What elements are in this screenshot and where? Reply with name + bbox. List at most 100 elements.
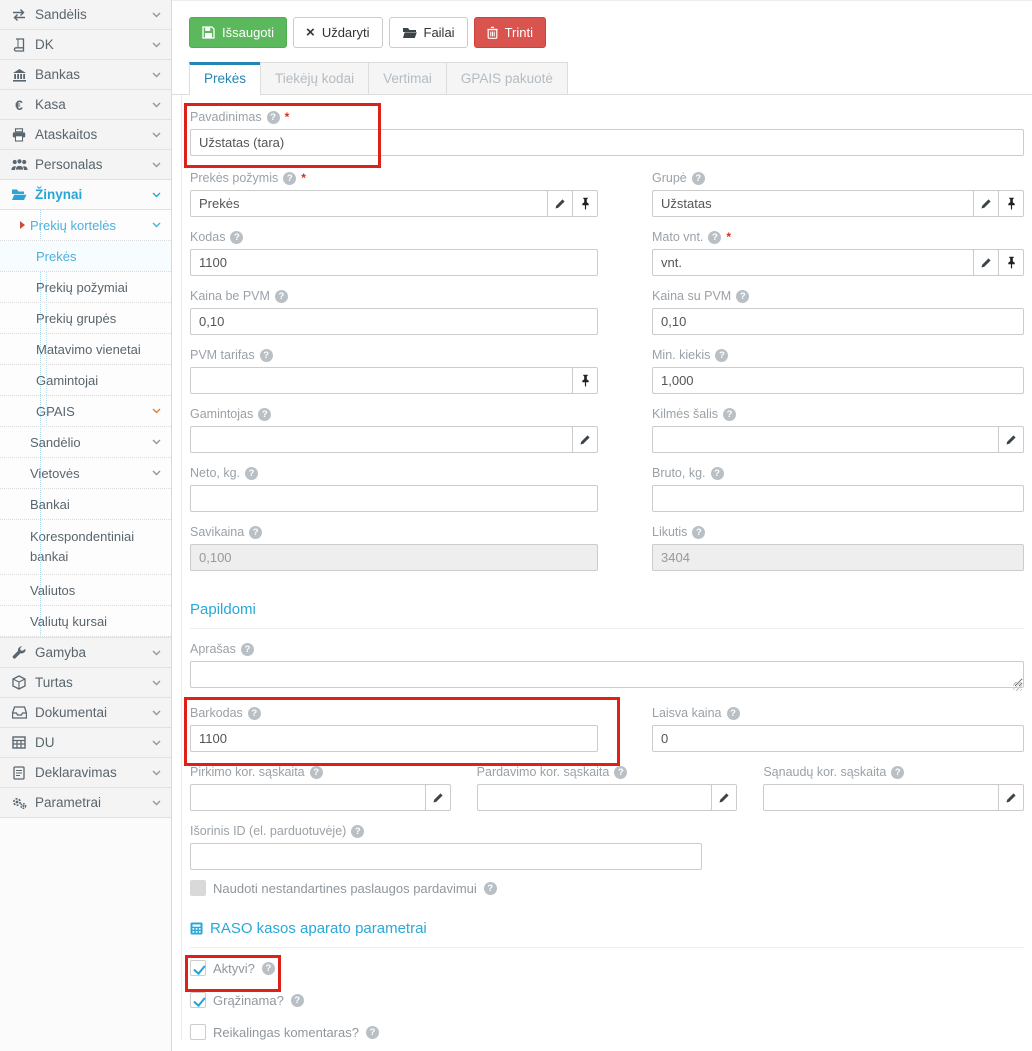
- pin-button[interactable]: [572, 367, 598, 394]
- sidebar-item-bankai[interactable]: Bankai: [0, 489, 171, 520]
- sidebar-item-korespondentiniai-bankai[interactable]: Korespondentiniai bankai: [0, 520, 171, 575]
- save-button[interactable]: Išsaugoti: [189, 17, 287, 48]
- sidebar-item-parametrai[interactable]: Parametrai: [0, 788, 171, 818]
- edit-button[interactable]: [973, 249, 999, 276]
- sidebar-item-valiutu-kursai[interactable]: Valiutų kursai: [0, 606, 171, 637]
- pvm-tarifas-input[interactable]: [190, 367, 573, 394]
- help-icon[interactable]: ?: [258, 408, 271, 421]
- help-icon[interactable]: ?: [727, 707, 740, 720]
- help-icon[interactable]: ?: [692, 526, 705, 539]
- nestandartines-checkbox[interactable]: [190, 880, 206, 896]
- sidebar-item-ataskaitos[interactable]: Ataskaitos: [0, 120, 171, 150]
- help-icon[interactable]: ?: [614, 766, 627, 779]
- edit-button[interactable]: [711, 784, 737, 811]
- prekes-pozymis-input[interactable]: [190, 190, 548, 217]
- help-icon[interactable]: ?: [262, 962, 275, 975]
- help-icon[interactable]: ?: [692, 172, 705, 185]
- section-papildomi[interactable]: Papildomi: [190, 601, 1024, 629]
- edit-button[interactable]: [973, 190, 999, 217]
- min-kiekis-input[interactable]: [652, 367, 1024, 394]
- files-button[interactable]: Failai: [389, 17, 468, 48]
- help-icon[interactable]: ?: [283, 172, 296, 185]
- help-icon[interactable]: ?: [310, 766, 323, 779]
- tab-vertimai[interactable]: Vertimai: [368, 62, 447, 94]
- kaina-be-pvm-input[interactable]: [190, 308, 598, 335]
- gamintojas-input[interactable]: [190, 426, 573, 453]
- tab-gpais-pakuote[interactable]: GPAIS pakuotė: [446, 62, 568, 94]
- pardavimo-kor-saskaita-input[interactable]: [477, 784, 713, 811]
- help-icon[interactable]: ?: [245, 467, 258, 480]
- sidebar-item-gpais[interactable]: GPAIS: [0, 396, 171, 427]
- help-icon[interactable]: ?: [241, 643, 254, 656]
- help-icon[interactable]: ?: [711, 467, 724, 480]
- sidebar-item-sandelio[interactable]: Sandėlio: [0, 427, 171, 458]
- barkodas-input[interactable]: [190, 725, 598, 752]
- pin-button[interactable]: [572, 190, 598, 217]
- sidebar-item-kasa[interactable]: € Kasa: [0, 90, 171, 120]
- delete-button[interactable]: Trinti: [474, 17, 546, 48]
- bruto-input[interactable]: [652, 485, 1024, 512]
- pin-button[interactable]: [998, 190, 1024, 217]
- sidebar-item-prekiu-grupes[interactable]: Prekių grupės: [0, 303, 171, 334]
- edit-button[interactable]: [572, 426, 598, 453]
- help-icon[interactable]: ?: [291, 994, 304, 1007]
- aktyvi-checkbox[interactable]: [190, 960, 206, 976]
- help-icon[interactable]: ?: [484, 882, 497, 895]
- help-icon[interactable]: ?: [715, 349, 728, 362]
- komentaras-checkbox[interactable]: [190, 1024, 206, 1040]
- sidebar-item-deklaravimas[interactable]: Deklaravimas: [0, 758, 171, 788]
- sidebar-item-turtas[interactable]: Turtas: [0, 668, 171, 698]
- kodas-input[interactable]: [190, 249, 598, 276]
- sanaudu-kor-saskaita-input[interactable]: [763, 784, 999, 811]
- help-icon[interactable]: ?: [248, 707, 261, 720]
- help-icon[interactable]: ?: [351, 825, 364, 838]
- pin-button[interactable]: [998, 249, 1024, 276]
- grazinama-checkbox[interactable]: [190, 992, 206, 1008]
- sidebar-item-vietoves[interactable]: Vietovės: [0, 458, 171, 489]
- kilmes-salis-input[interactable]: [652, 426, 999, 453]
- sidebar-item-prekes[interactable]: Prekės: [0, 241, 171, 272]
- grupe-input[interactable]: [652, 190, 974, 217]
- sidebar-item-dokumentai[interactable]: Dokumentai: [0, 698, 171, 728]
- help-icon[interactable]: ?: [249, 526, 262, 539]
- sidebar-item-sandelis[interactable]: Sandėlis: [0, 0, 171, 30]
- sidebar-item-zinynai[interactable]: Žinynai: [0, 180, 171, 210]
- help-icon[interactable]: ?: [723, 408, 736, 421]
- help-icon[interactable]: ?: [260, 349, 273, 362]
- section-raso[interactable]: RASO kasos aparato parametrai: [190, 920, 1024, 948]
- laisva-kaina-input[interactable]: [652, 725, 1024, 752]
- pavadinimas-input[interactable]: [190, 129, 1024, 156]
- tab-prekes[interactable]: Prekės: [189, 62, 261, 95]
- sidebar-item-dk[interactable]: DK: [0, 30, 171, 60]
- sidebar-item-gamintojai[interactable]: Gamintojai: [0, 365, 171, 396]
- help-icon[interactable]: ?: [267, 111, 280, 124]
- sidebar-item-personalas[interactable]: Personalas: [0, 150, 171, 180]
- sidebar-item-du[interactable]: DU: [0, 728, 171, 758]
- mato-vnt-input[interactable]: [652, 249, 974, 276]
- sidebar-item-prekiu-korteles[interactable]: Prekių kortelės: [0, 210, 171, 241]
- sidebar-item-matavimo-vienetai[interactable]: Matavimo vienetai: [0, 334, 171, 365]
- edit-button[interactable]: [547, 190, 573, 217]
- isorinis-id-input[interactable]: [190, 843, 702, 870]
- help-icon[interactable]: ?: [736, 290, 749, 303]
- edit-button[interactable]: [998, 784, 1024, 811]
- sidebar-item-valiutos[interactable]: Valiutos: [0, 575, 171, 606]
- help-icon[interactable]: ?: [708, 231, 721, 244]
- help-icon[interactable]: ?: [275, 290, 288, 303]
- edit-button[interactable]: [998, 426, 1024, 453]
- kaina-su-pvm-input[interactable]: [652, 308, 1024, 335]
- help-icon[interactable]: ?: [366, 1026, 379, 1039]
- edit-button[interactable]: [425, 784, 451, 811]
- close-button[interactable]: × Uždaryti: [293, 17, 382, 48]
- required-asterisk: *: [726, 230, 731, 244]
- pirkimo-kor-saskaita-input[interactable]: [190, 784, 426, 811]
- help-icon[interactable]: ?: [891, 766, 904, 779]
- sidebar-item-prekiu-pozymiai[interactable]: Prekių požymiai: [0, 272, 171, 303]
- tab-tiekeju-kodai[interactable]: Tiekėjų kodai: [260, 62, 369, 94]
- sidebar-item-bankas[interactable]: Bankas: [0, 60, 171, 90]
- neto-input[interactable]: [190, 485, 598, 512]
- help-icon[interactable]: ?: [230, 231, 243, 244]
- aprasas-textarea[interactable]: [190, 661, 1024, 688]
- field-label: Išorinis ID (el. parduotuvėje): [190, 824, 346, 838]
- sidebar-item-gamyba[interactable]: Gamyba: [0, 638, 171, 668]
